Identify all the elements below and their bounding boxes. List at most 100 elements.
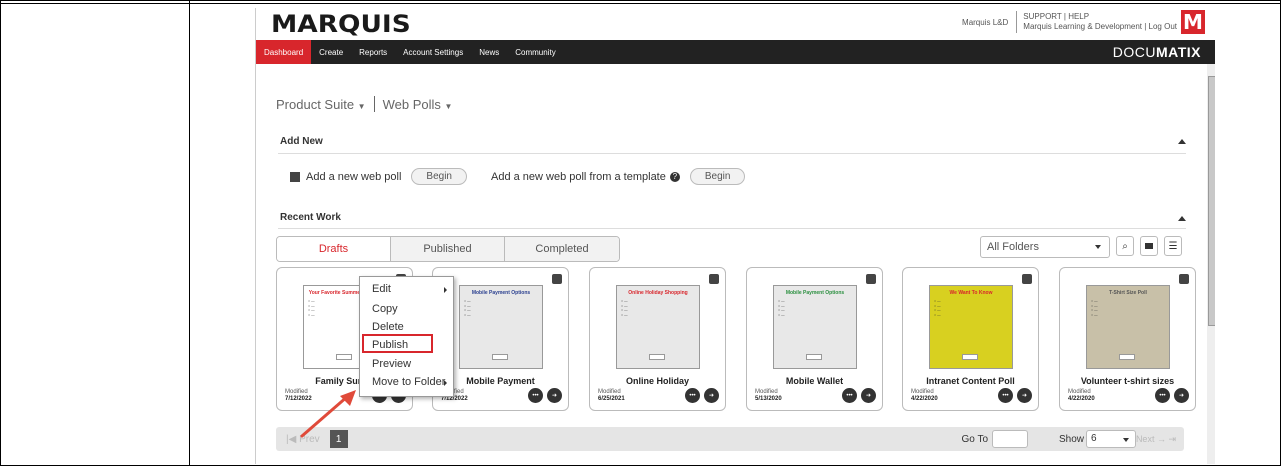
add-new-heading: Add New xyxy=(280,136,323,147)
nav-news[interactable]: News xyxy=(471,40,507,64)
tab-published[interactable]: Published xyxy=(391,237,505,261)
poll-name: Online Holiday xyxy=(625,376,689,386)
context-menu: Edit Copy Delete Publish Preview Move to… xyxy=(359,276,454,397)
divider xyxy=(278,228,1186,229)
nav-create[interactable]: Create xyxy=(311,40,351,64)
thumbnail-vote xyxy=(806,354,822,360)
open-button[interactable]: ➜ xyxy=(1017,388,1032,403)
breadcrumb: Product Suite ▼ Web Polls ▼ xyxy=(276,96,452,112)
poll-thumbnail[interactable]: Online Holiday Shopping ○ — ○ — ○ — ○ — xyxy=(616,285,700,369)
modified-date: 4/22/2020 xyxy=(1068,396,1095,402)
page-size-select[interactable]: 6 xyxy=(1086,430,1136,448)
account-line[interactable]: Marquis Learning & Development | Log Out xyxy=(1023,22,1177,31)
thumbnail-title: We Want To Know xyxy=(949,290,993,296)
open-button[interactable]: ➜ xyxy=(1174,388,1189,403)
nav-reports[interactable]: Reports xyxy=(351,40,395,64)
caret-down-icon: ▼ xyxy=(444,101,453,111)
help-icon[interactable]: ? xyxy=(669,171,680,182)
nav-account-settings[interactable]: Account Settings xyxy=(395,40,471,64)
modified-info: Modified 4/22/2020 xyxy=(911,389,938,403)
collapse-add-new-icon[interactable] xyxy=(1178,139,1186,144)
breadcrumb-web-polls[interactable]: Web Polls ▼ xyxy=(383,97,453,112)
open-button[interactable]: ➜ xyxy=(704,388,719,403)
folder-select[interactable]: All Folders xyxy=(980,236,1110,258)
poll-thumbnail[interactable]: We Want To Know ○ — ○ — ○ — ○ — xyxy=(929,285,1013,369)
more-options-button[interactable]: ••• xyxy=(998,388,1013,403)
menu-delete[interactable]: Delete xyxy=(372,321,404,333)
goto-label: Go To xyxy=(961,433,989,445)
modified-date: 5/13/2020 xyxy=(755,396,782,402)
ellipsis-icon: ••• xyxy=(689,392,696,399)
nav-community[interactable]: Community xyxy=(507,40,563,64)
more-options-button[interactable]: ••• xyxy=(528,388,543,403)
menu-move-to-folder[interactable]: Move to Folder xyxy=(372,376,445,388)
support-link[interactable]: SUPPORT | HELP xyxy=(1023,12,1089,21)
tab-drafts[interactable]: Drafts xyxy=(277,237,391,261)
ellipsis-icon: ••• xyxy=(1002,392,1009,399)
add-new-row: Add a new web poll Begin Add a new web p… xyxy=(290,168,746,185)
next-button[interactable]: Next → ⇥ xyxy=(1136,434,1176,445)
top-bar: MARQUIS Marquis L&D SUPPORT | HELP Marqu… xyxy=(256,8,1215,40)
poll-card[interactable]: Online Holiday Shopping ○ — ○ — ○ — ○ — Onlin… xyxy=(589,267,726,411)
poll-type-icon xyxy=(1022,274,1032,284)
scrollbar[interactable] xyxy=(1207,64,1215,464)
thumbnail-text: ○ — ○ — ○ — ○ — xyxy=(1091,299,1098,317)
marquis-logo[interactable]: MARQUIS xyxy=(271,10,411,38)
list-view-button[interactable]: ☰ xyxy=(1164,236,1182,256)
folder-button[interactable] xyxy=(1140,236,1158,256)
thumbnail-title: Mobile Payment Options xyxy=(471,290,531,296)
poll-thumbnail[interactable]: Mobile Payment Options ○ — ○ — ○ — ○ — xyxy=(773,285,857,369)
open-button[interactable]: ➜ xyxy=(547,388,562,403)
poll-type-icon xyxy=(866,274,876,284)
org-name: Marquis L&D xyxy=(962,17,1009,27)
scrollbar-thumb[interactable] xyxy=(1208,76,1215,326)
poll-type-icon xyxy=(1179,274,1189,284)
menu-copy[interactable]: Copy xyxy=(372,303,398,315)
arrow-right-icon: ➜ xyxy=(865,393,872,399)
open-button[interactable]: ➜ xyxy=(861,388,876,403)
thumbnail-vote xyxy=(1119,354,1135,360)
ellipsis-icon: ••• xyxy=(532,392,539,399)
poll-card[interactable]: Mobile Payment Options ○ — ○ — ○ — ○ — Mobile… xyxy=(746,267,883,411)
thumbnail-vote xyxy=(649,354,665,360)
table-divider xyxy=(189,0,190,466)
more-options-button[interactable]: ••• xyxy=(842,388,857,403)
collapse-recent-icon[interactable] xyxy=(1178,216,1186,221)
submenu-arrow-icon xyxy=(444,287,447,293)
thumbnail-text: ○ — ○ — ○ — ○ — xyxy=(778,299,785,317)
tab-completed[interactable]: Completed xyxy=(505,237,619,261)
poll-card[interactable]: T-Shirt Size Poll ○ — ○ — ○ — ○ — Volunteer t… xyxy=(1059,267,1196,411)
begin-button[interactable]: Begin xyxy=(411,168,467,185)
divider xyxy=(278,153,1186,154)
caret-down-icon: ▼ xyxy=(357,101,366,111)
modified-date: 4/22/2020 xyxy=(911,396,938,402)
poll-name: Mobile Wallet xyxy=(785,376,844,386)
next-label: Next xyxy=(1135,433,1155,444)
menu-publish[interactable]: Publish xyxy=(372,339,408,351)
goto-input[interactable] xyxy=(992,430,1028,448)
thumbnail-vote xyxy=(492,354,508,360)
menu-edit[interactable]: Edit xyxy=(372,283,391,295)
begin-template-button[interactable]: Begin xyxy=(689,168,746,185)
modified-label: Modified xyxy=(911,389,934,395)
thumbnail-text: ○ — ○ — ○ — ○ — xyxy=(621,299,628,317)
thumbnail-title: Online Holiday Shopping xyxy=(628,290,688,296)
modified-label: Modified xyxy=(1068,389,1091,395)
poll-thumbnail[interactable]: Mobile Payment Options ○ — ○ — ○ — ○ — xyxy=(459,285,543,369)
poll-type-icon xyxy=(552,274,562,284)
poll-type-icon xyxy=(709,274,719,284)
caret-down-icon xyxy=(1123,438,1129,442)
list-icon: ☰ xyxy=(1168,240,1178,252)
more-options-button[interactable]: ••• xyxy=(1155,388,1170,403)
poll-card[interactable]: We Want To Know ○ — ○ — ○ — ○ — Intranet Cont… xyxy=(902,267,1039,411)
poll-thumbnail[interactable]: T-Shirt Size Poll ○ — ○ — ○ — ○ — xyxy=(1086,285,1170,369)
breadcrumb-suite-label: Product Suite xyxy=(276,96,355,112)
nav-dashboard[interactable]: Dashboard xyxy=(256,40,312,64)
main-content: Product Suite ▼ Web Polls ▼ Add New Add … xyxy=(256,64,1208,464)
more-options-button[interactable]: ••• xyxy=(685,388,700,403)
add-from-template-label: Add a new web poll from a template xyxy=(490,170,666,183)
search-button[interactable]: ⌕ xyxy=(1116,236,1134,256)
breadcrumb-suite[interactable]: Product Suite ▼ xyxy=(276,97,366,112)
account-links[interactable]: SUPPORT | HELP Marquis Learning & Develo… xyxy=(1023,12,1177,32)
menu-preview[interactable]: Preview xyxy=(372,358,411,370)
